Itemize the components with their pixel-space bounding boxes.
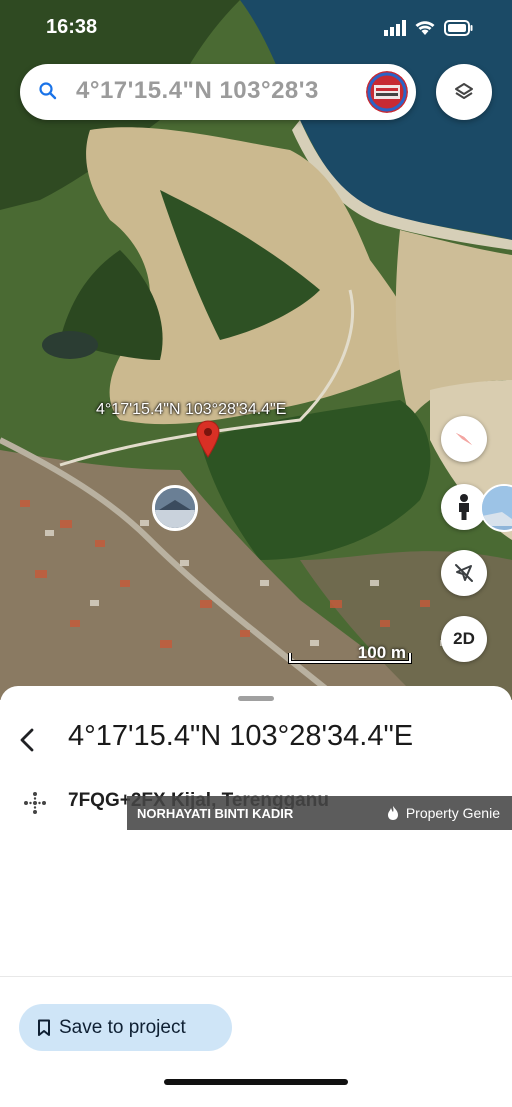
layers-icon bbox=[455, 83, 473, 99]
search-input[interactable]: 4°17'15.4"N 103°28'3 bbox=[76, 77, 378, 105]
flame-icon bbox=[387, 806, 398, 820]
cellular-signal-icon bbox=[384, 20, 406, 36]
watermark-brand: Property Genie bbox=[405, 805, 500, 821]
watermark-banner: NORHAYATI BINTI KADIR Property Genie bbox=[127, 796, 512, 830]
bookmark-icon bbox=[38, 1019, 50, 1036]
divider bbox=[0, 976, 512, 977]
battery-icon bbox=[444, 20, 473, 36]
save-to-project-button[interactable]: Save to project bbox=[19, 1004, 232, 1051]
compass-icon bbox=[456, 433, 472, 445]
status-icons bbox=[384, 20, 474, 36]
place-details-sheet: 4°17'15.4"N 103°28'34.4"E 7FQG+2FX Kijal… bbox=[0, 686, 512, 1107]
watermark-agent: NORHAYATI BINTI KADIR bbox=[137, 806, 294, 821]
2d-toggle-label: 2D bbox=[453, 629, 475, 648]
home-indicator[interactable] bbox=[164, 1079, 348, 1085]
building-photo-icon bbox=[155, 488, 195, 528]
place-title: 4°17'15.4"N 103°28'34.4"E bbox=[68, 720, 414, 752]
photo-thumbnail[interactable] bbox=[152, 485, 198, 531]
watermark-brand-block: Property Genie bbox=[386, 805, 500, 821]
street-view-icon bbox=[459, 494, 469, 520]
avatar[interactable] bbox=[364, 69, 410, 115]
location-off-icon bbox=[455, 564, 473, 582]
wifi-icon bbox=[415, 21, 435, 35]
location-toggle-button[interactable] bbox=[441, 550, 487, 596]
drag-handle[interactable] bbox=[238, 696, 274, 701]
scale-label: 100 m bbox=[357, 643, 406, 662]
street-view-preview-icon bbox=[482, 486, 512, 526]
map-scale: 100 m bbox=[288, 643, 412, 665]
status-bar: 16:38 bbox=[0, 0, 512, 56]
search-icon bbox=[39, 82, 57, 100]
layers-button[interactable] bbox=[436, 64, 492, 120]
plus-code-icon bbox=[24, 792, 46, 814]
save-to-project-label: Save to project bbox=[59, 1016, 186, 1038]
search-bar[interactable]: 4°17'15.4"N 103°28'3 bbox=[20, 64, 416, 120]
compass-button[interactable] bbox=[441, 416, 487, 462]
location-pin-icon[interactable] bbox=[196, 420, 220, 458]
2d-toggle-button[interactable]: 2D bbox=[441, 616, 487, 662]
profile-picture-icon bbox=[366, 71, 408, 113]
map-coordinate-label: 4°17'15.4"N 103°28'34.4"E bbox=[96, 401, 287, 418]
back-arrow-icon[interactable] bbox=[14, 724, 42, 756]
status-time: 16:38 bbox=[46, 16, 98, 38]
